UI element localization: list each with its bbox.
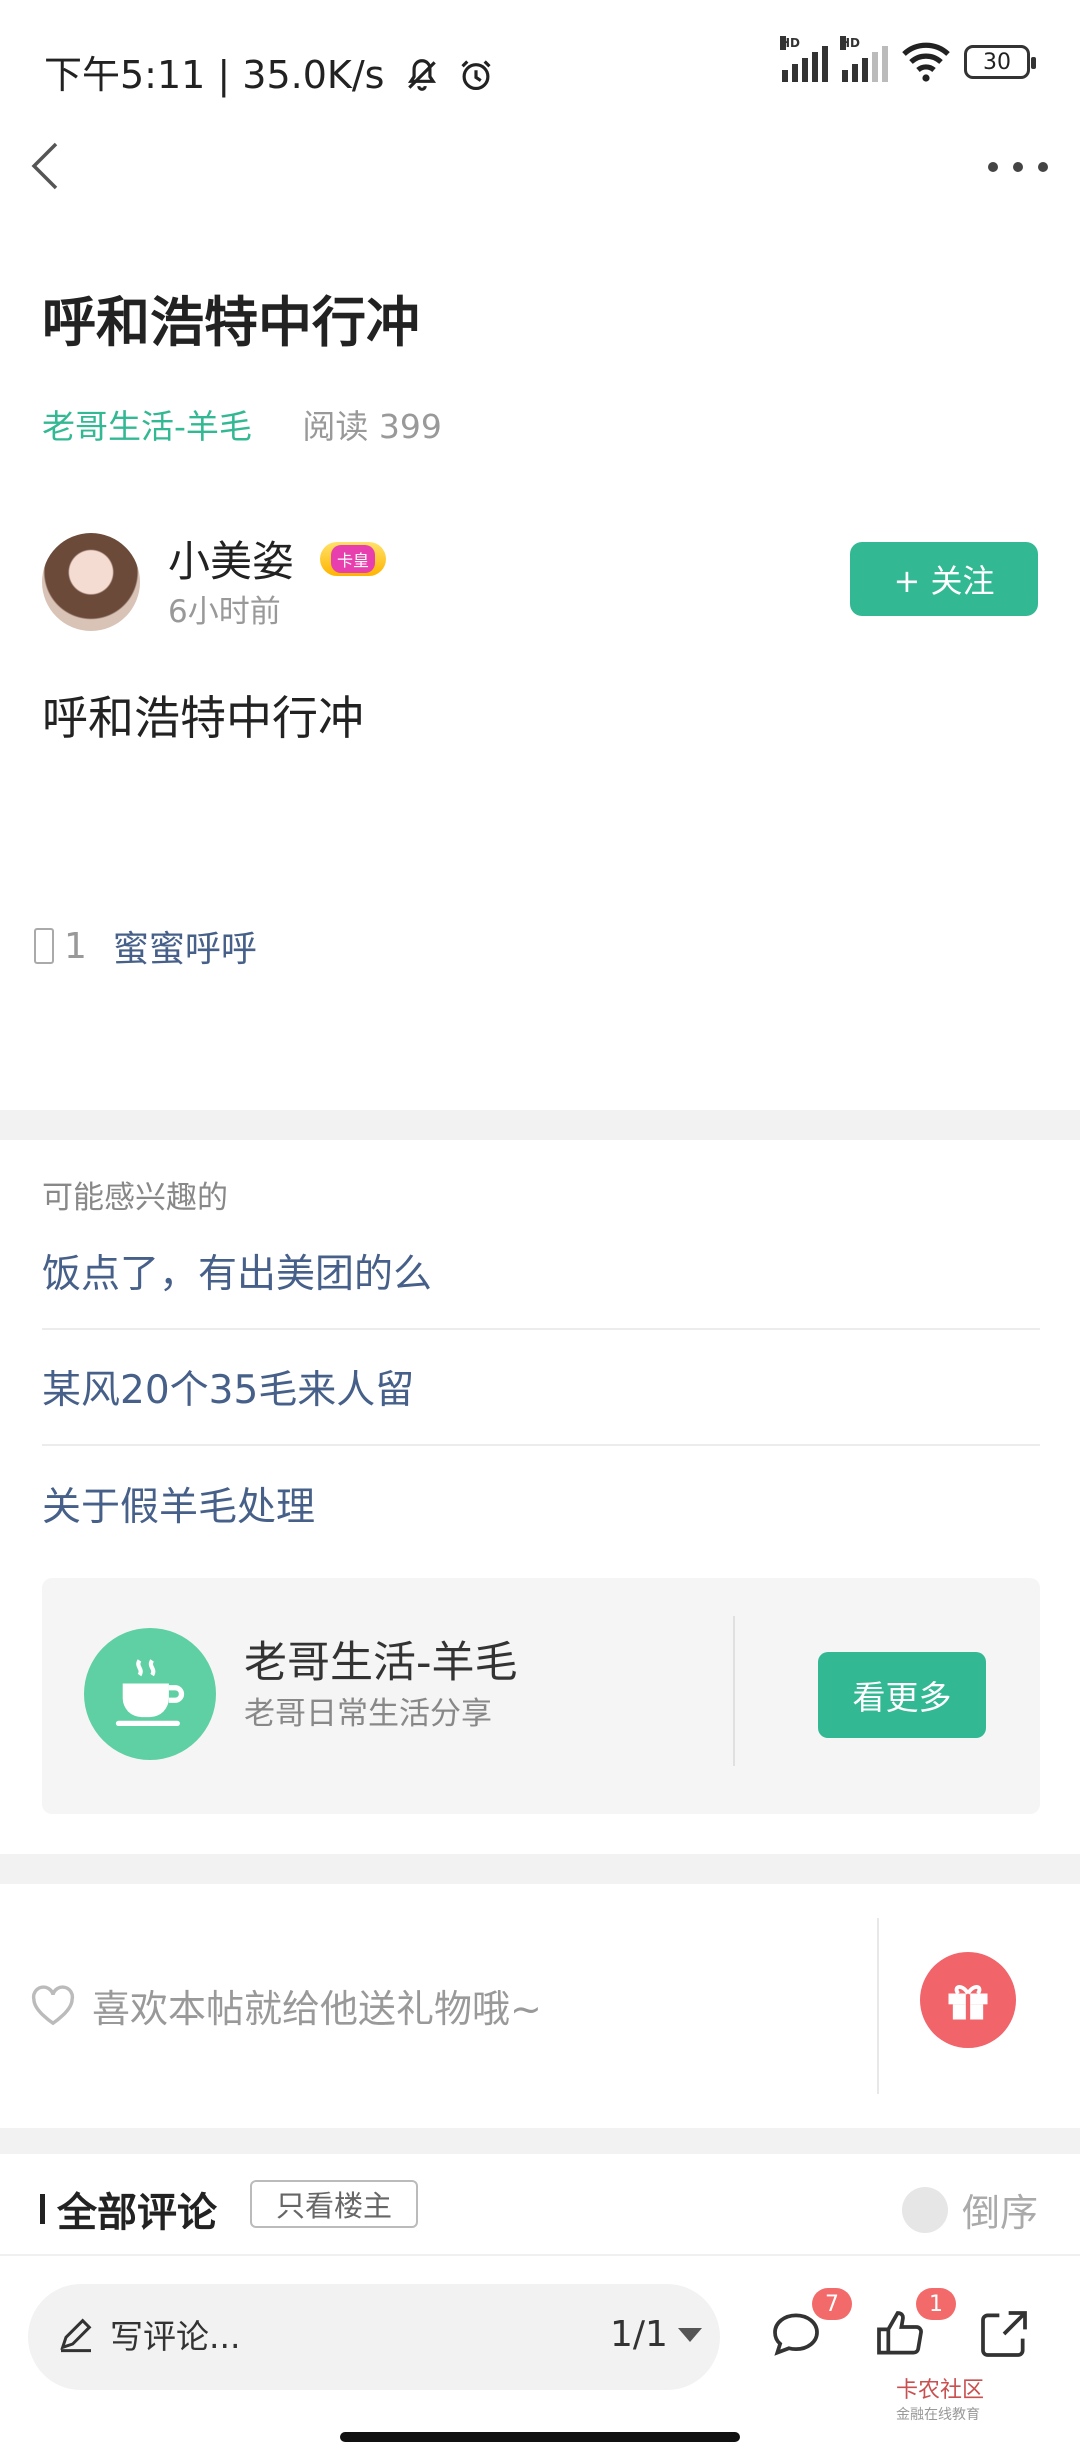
comment-count-badge: 7 <box>812 2288 852 2320</box>
pencil-icon <box>60 2318 92 2353</box>
watermark: 卡农社区 金融在线教育 <box>896 2372 984 2424</box>
like-list: 1 蜜蜜呼呼 <box>34 920 257 972</box>
liker-name[interactable]: 蜜蜜呼呼 <box>113 920 257 972</box>
author-name[interactable]: 小美姿 <box>168 528 294 589</box>
comments-title: 全部评论 <box>57 2190 217 2236</box>
write-comment[interactable]: 写评论... <box>56 2310 240 2358</box>
hd-label-2: HD <box>840 36 861 50</box>
comments-header: 全部评论 <box>40 2180 217 2238</box>
sort-label: 倒序 <box>962 2191 1039 2235</box>
post-title: 呼和浩特中行冲 <box>42 291 420 354</box>
avatar[interactable] <box>42 533 140 631</box>
see-more-label: 看更多 <box>852 1678 952 1717</box>
dot-icon <box>988 162 998 172</box>
recommended-post-title: 某风20个35毛来人留 <box>42 1368 415 1413</box>
gift-icon <box>948 1985 988 2020</box>
circle-desc: 老哥日常生活分享 <box>244 1696 492 1732</box>
watermark-brand: 卡农社区 <box>896 2378 985 2403</box>
wifi-icon <box>902 42 950 82</box>
vip-crown-badge: 卡皇 <box>320 542 386 576</box>
recommended-post-title: 饭点了，有出美团的么 <box>42 1252 433 1297</box>
like-icon <box>34 928 54 964</box>
recommended-post[interactable]: 某风20个35毛来人留 <box>42 1330 1040 1446</box>
caret-down-icon[interactable] <box>678 2328 702 2342</box>
interest-label: 可能感兴趣的 <box>42 1180 228 1216</box>
post-meta: 老哥生活-羊毛 阅读 399 <box>42 400 442 448</box>
signal-icon-2: HD <box>840 36 888 82</box>
follow-label: + 关注 <box>893 562 995 600</box>
chevron-left-icon <box>31 142 58 190</box>
write-comment-placeholder: 写评论... <box>110 2317 241 2356</box>
share-button[interactable] <box>976 2306 1032 2366</box>
only-op-label: 只看楼主 <box>275 2189 392 2223</box>
circle-logo <box>84 1628 216 1760</box>
mute-bell-icon <box>407 59 436 91</box>
post-content: 呼和浩特中行冲 <box>42 691 364 745</box>
section-divider <box>0 2128 1080 2154</box>
circle-link[interactable]: 老哥生活-羊毛 <box>42 407 252 446</box>
back-button[interactable] <box>22 136 72 196</box>
share-icon <box>981 2311 1027 2357</box>
status-time: 下午5:11 | 35.0K/s <box>44 44 495 99</box>
gift-prompt: 喜欢本帖就给他送礼物哦~ <box>30 1978 542 2033</box>
vip-badge-label: 卡皇 <box>330 545 375 573</box>
status-bar: 下午5:11 | 35.0K/s HD HD 30 <box>0 0 1080 135</box>
section-divider <box>0 1854 1080 1884</box>
see-more-button[interactable]: 看更多 <box>818 1652 986 1738</box>
gift-divider <box>877 1918 879 2094</box>
follow-button[interactable]: + 关注 <box>850 542 1038 616</box>
section-divider <box>0 1110 1080 1140</box>
gift-button[interactable] <box>920 1952 1016 2048</box>
recommended-post[interactable]: 关于假羊毛处理 <box>42 1446 1040 1562</box>
more-options-button[interactable] <box>988 160 1048 174</box>
title-bar-mark <box>40 2194 45 2224</box>
status-icons: HD HD 30 <box>780 36 1036 82</box>
page-indicator[interactable]: 1/1 <box>610 2314 668 2355</box>
recommended-post[interactable]: 饭点了，有出美团的么 <box>42 1214 1040 1330</box>
heart-icon <box>31 1984 75 2025</box>
sort-toggle[interactable]: 倒序 <box>902 2182 1038 2237</box>
sort-icon <box>902 2186 948 2233</box>
battery-icon: 30 <box>964 45 1036 79</box>
read-count: 阅读 399 <box>302 407 442 446</box>
dot-icon <box>1013 162 1023 172</box>
home-indicator[interactable] <box>340 2432 740 2442</box>
hd-label: HD <box>780 36 801 50</box>
like-count: 1 <box>64 925 87 967</box>
coffee-cup-icon <box>115 1659 185 1727</box>
recommended-post-title: 关于假羊毛处理 <box>42 1485 316 1530</box>
dot-icon <box>1038 162 1048 172</box>
battery-level: 30 <box>983 49 1011 75</box>
watermark-slogan: 金融在线教育 <box>896 2407 980 2423</box>
card-divider <box>733 1616 735 1766</box>
signal-icon: HD <box>780 36 828 82</box>
post-time: 6小时前 <box>168 594 281 630</box>
only-op-toggle[interactable]: 只看楼主 <box>250 2180 418 2228</box>
circle-name: 老哥生活-羊毛 <box>244 1638 518 1688</box>
like-count-badge: 1 <box>916 2288 956 2320</box>
gift-text: 喜欢本帖就给他送礼物哦~ <box>92 1987 542 2031</box>
alarm-icon <box>461 60 491 91</box>
